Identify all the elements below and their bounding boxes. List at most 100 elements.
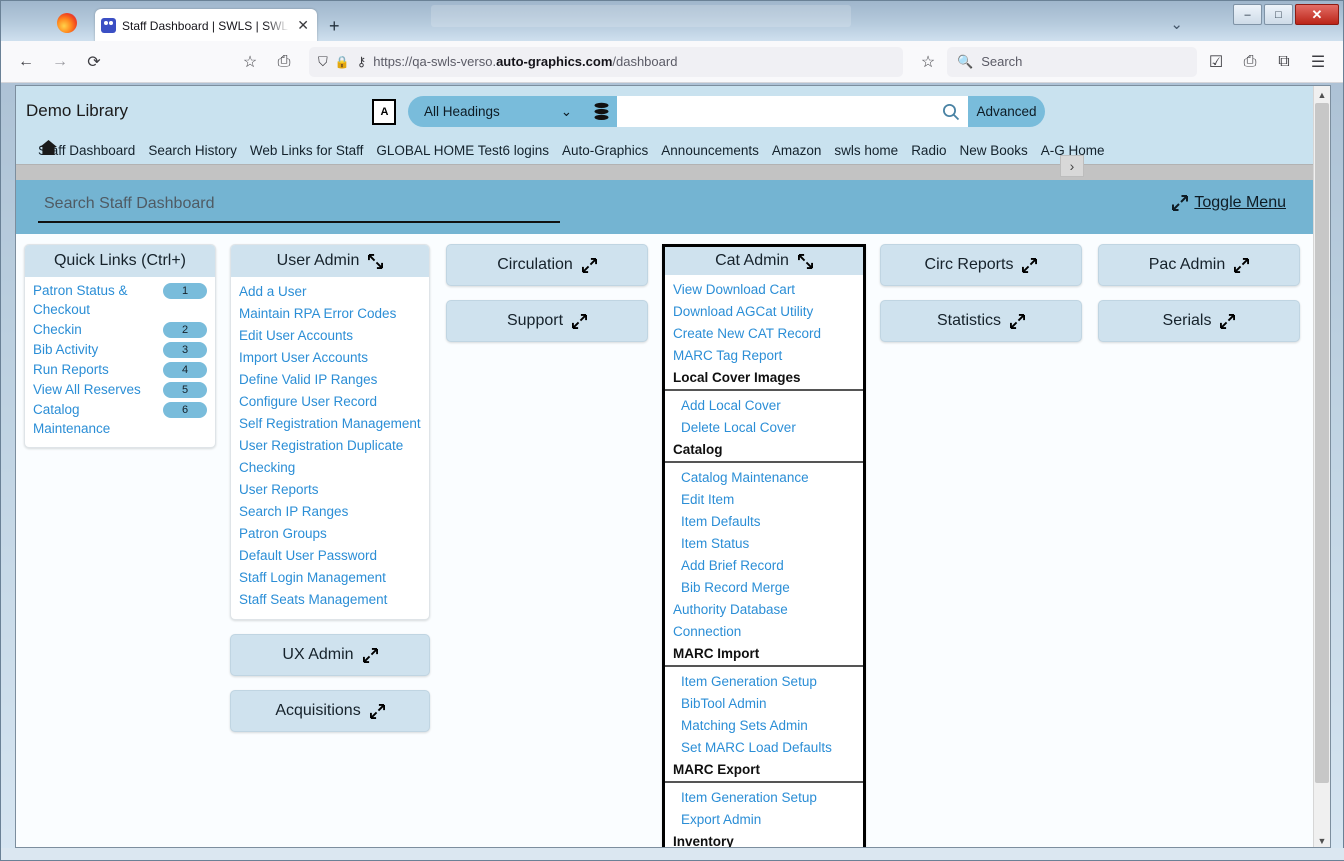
panel-acquisitions-collapsed[interactable]: Acquisitions [230,690,430,732]
toggle-menu-button[interactable]: Toggle Menu [1172,194,1286,212]
quick-link-row[interactable]: Patron Status & Checkout 1 [25,281,215,319]
quick-link-label[interactable]: Checkin [33,320,82,339]
hamburger-menu-icon[interactable]: ☰ [1303,47,1333,77]
scrollbar-thumb[interactable] [1315,103,1329,783]
catalog-search-submit-icon[interactable] [934,96,968,127]
close-window-button[interactable]: ✕ [1295,4,1339,25]
scroll-up-button[interactable]: ▲ [1314,86,1330,103]
minimize-button[interactable]: – [1233,4,1262,25]
list-all-tabs-icon[interactable]: ⌄ [1170,15,1183,33]
link-authority-database-connection[interactable]: Authority Database Connection [665,599,863,643]
link-add-a-user[interactable]: Add a User [231,281,429,303]
nav-item-amazon[interactable]: Amazon [772,143,822,158]
panel-user-admin-header[interactable]: User Admin [231,245,429,277]
quick-link-row[interactable]: Bib Activity 3 [25,340,215,359]
panel-serials-collapsed[interactable]: Serials [1098,300,1300,342]
quick-link-label[interactable]: Patron Status & Checkout [33,281,151,319]
catalog-search-input[interactable] [617,96,934,127]
link-self-registration-management[interactable]: Self Registration Management [231,413,429,435]
link-define-valid-ip-ranges[interactable]: Define Valid IP Ranges [231,369,429,391]
scroll-down-button[interactable]: ▼ [1314,832,1330,847]
bookmark-star-icon[interactable]: ☆ [235,47,265,77]
link-bib-record-merge[interactable]: Bib Record Merge [665,577,863,599]
quick-link-label[interactable]: Bib Activity [33,340,98,359]
link-marc-export-item-generation-setup[interactable]: Item Generation Setup [665,787,863,809]
quick-link-row[interactable]: Run Reports 4 [25,360,215,379]
panel-ux-admin-collapsed[interactable]: UX Admin [230,634,430,676]
quick-link-row[interactable]: Checkin 2 [25,320,215,339]
browser-tab[interactable]: Staff Dashboard | SWLS | SWLS | ✕ [95,9,317,41]
link-export-admin[interactable]: Export Admin [665,809,863,831]
permissions-icon[interactable]: ⚷ [357,54,367,70]
print-icon[interactable]: ⎙ [1235,47,1265,77]
panel-quick-links-header[interactable]: Quick Links (Ctrl+) [25,245,215,277]
panel-support-collapsed[interactable]: Support [446,300,648,342]
new-tab-button[interactable]: + [329,16,340,37]
nav-overflow-right-icon[interactable]: › [1060,155,1084,177]
maximize-button[interactable]: □ [1264,4,1293,25]
link-edit-item[interactable]: Edit Item [665,489,863,511]
quick-link-label[interactable]: View All Reserves [33,380,141,399]
quick-link-row[interactable]: Catalog Maintenance 6 [25,400,215,438]
link-delete-local-cover[interactable]: Delete Local Cover [665,417,863,439]
link-search-ip-ranges[interactable]: Search IP Ranges [231,501,429,523]
headings-select[interactable]: All Headings ⌄ [408,96,585,127]
link-patron-groups[interactable]: Patron Groups [231,523,429,545]
link-import-user-accounts[interactable]: Import User Accounts [231,347,429,369]
nav-item-announcements[interactable]: Announcements [661,143,759,158]
link-catalog-maintenance[interactable]: Catalog Maintenance [665,467,863,489]
panel-statistics-collapsed[interactable]: Statistics [880,300,1082,342]
link-item-status[interactable]: Item Status [665,533,863,555]
link-marc-import-item-generation-setup[interactable]: Item Generation Setup [665,671,863,693]
link-edit-user-accounts[interactable]: Edit User Accounts [231,325,429,347]
link-staff-seats-management[interactable]: Staff Seats Management [231,589,429,611]
browser-search-box[interactable]: 🔍 Search [947,46,1197,77]
link-default-user-password[interactable]: Default User Password [231,545,429,567]
link-download-agcat-utility[interactable]: Download AGCat Utility [665,301,863,323]
account-icon[interactable]: ☑ [1201,47,1231,77]
link-set-marc-load-defaults[interactable]: Set MARC Load Defaults [665,737,863,759]
link-item-defaults[interactable]: Item Defaults [665,511,863,533]
link-configure-user-record[interactable]: Configure User Record [231,391,429,413]
extension-icon[interactable]: ⧉ [1269,47,1299,77]
database-icon[interactable] [585,96,617,127]
link-view-download-cart[interactable]: View Download Cart [665,279,863,301]
nav-item-new-books[interactable]: New Books [959,143,1027,158]
nav-item-radio[interactable]: Radio [911,143,946,158]
link-add-brief-record[interactable]: Add Brief Record [665,555,863,577]
shield-icon[interactable]: ⛉ [318,54,328,70]
forward-icon[interactable]: → [45,47,75,77]
url-bar[interactable]: ⛉ 🔒 ⚷ https://qa-swls-verso.auto-graphic… [309,46,903,77]
nav-item-search-history[interactable]: Search History [148,143,237,158]
link-user-reports[interactable]: User Reports [231,479,429,501]
link-marc-tag-report[interactable]: MARC Tag Report [665,345,863,367]
dashboard-search-input[interactable] [38,191,560,223]
quick-link-label[interactable]: Run Reports [33,360,109,379]
language-toggle-icon[interactable]: A [372,99,396,125]
link-user-registration-duplicate-checking[interactable]: User Registration Duplicate Checking [231,435,429,479]
home-icon[interactable] [40,140,57,160]
page-scrollbar[interactable]: ▲ ▼ [1313,86,1330,847]
link-maintain-rpa-error-codes[interactable]: Maintain RPA Error Codes [231,303,429,325]
panel-cat-admin-header[interactable]: Cat Admin [665,247,863,275]
save-to-pocket-icon[interactable]: ⎙ [269,47,299,77]
reload-icon[interactable]: ⟳ [79,47,109,77]
link-bibtool-admin[interactable]: BibTool Admin [665,693,863,715]
tab-close-icon[interactable]: ✕ [295,17,311,34]
link-staff-login-management[interactable]: Staff Login Management [231,567,429,589]
advanced-search-button[interactable]: Advanced [968,96,1045,127]
nav-item-swls-home[interactable]: swls home [834,143,898,158]
link-create-new-cat-record[interactable]: Create New CAT Record [665,323,863,345]
panel-pac-admin-collapsed[interactable]: Pac Admin [1098,244,1300,286]
back-icon[interactable]: ← [11,47,41,77]
quick-link-label[interactable]: Catalog Maintenance [33,400,151,438]
panel-circulation-collapsed[interactable]: Circulation [446,244,648,286]
link-add-local-cover[interactable]: Add Local Cover [665,395,863,417]
url-bookmark-star-icon[interactable]: ☆ [913,47,943,77]
link-matching-sets-admin[interactable]: Matching Sets Admin [665,715,863,737]
nav-item-global-home-test6-logins[interactable]: GLOBAL HOME Test6 logins [376,143,549,158]
nav-item-auto-graphics[interactable]: Auto-Graphics [562,143,648,158]
lock-icon[interactable]: 🔒 [335,55,350,69]
nav-item-web-links-for-staff[interactable]: Web Links for Staff [250,143,364,158]
quick-link-row[interactable]: View All Reserves 5 [25,380,215,399]
